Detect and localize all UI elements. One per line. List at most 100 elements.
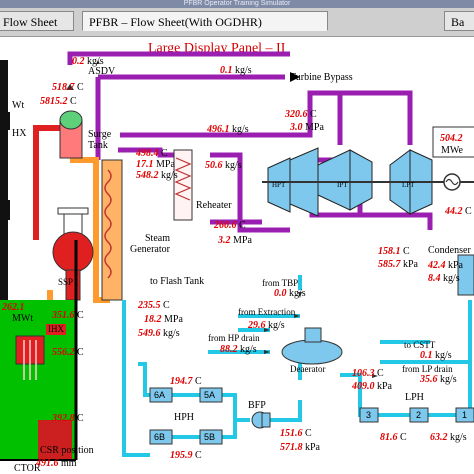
fw-flow-unit: kg/s <box>163 328 180 339</box>
steam-generator-icon <box>101 159 123 301</box>
lph-press-value: 409.0 <box>352 381 375 392</box>
bfp-temp-unit: C <box>305 428 312 439</box>
hpt-temp-value: 320.6 <box>285 109 308 120</box>
ext-temp-unit: kg/s <box>289 288 306 299</box>
lp-drain-value: 35.6 <box>420 374 438 385</box>
from-hp-drain-label: from HP drain <box>208 333 260 343</box>
reactor-temp-value: 392.8 <box>52 413 75 424</box>
fw-flow-value: 549.6 <box>138 328 161 339</box>
rh-press-unit: MPa <box>233 235 252 246</box>
bypass-flow-value: 0.1 <box>220 65 233 76</box>
lpt-press-value: 585.7 <box>378 259 401 270</box>
asdv-label: ASDV <box>88 66 116 77</box>
fw-press-value: 18.2 <box>144 314 162 325</box>
deaerator-label: Deaerator <box>290 364 326 374</box>
hp-drain-value: 88.2 <box>220 344 238 355</box>
hpt-temp-unit: C <box>310 109 317 120</box>
flash-tank-label: to Flash Tank <box>150 276 205 287</box>
lph-temp-value: 106.3 <box>352 368 375 379</box>
deaerator-icon <box>281 339 343 365</box>
fw-temp-value: 235.5 <box>138 300 161 311</box>
hot-pool-value: 351.6 <box>52 310 75 321</box>
c-flow-value: 8.4 <box>428 273 441 284</box>
csr-unit: mm <box>61 458 77 469</box>
heater-3-label: 3 <box>366 410 372 420</box>
surge-tank-label-1: Surge <box>88 129 112 140</box>
sh-power-unit: C <box>70 96 77 107</box>
bfp-label: BFP <box>248 400 266 411</box>
surge-tank-label-2: Tank <box>88 140 108 151</box>
h6-out-value: 194.7 <box>170 376 193 387</box>
lph-flow-value: 63.2 <box>430 432 448 443</box>
cold-pool-value: 556.2 <box>52 347 75 358</box>
lph-press-unit: kPa <box>377 381 392 392</box>
from-extraction-label: from Extraction <box>238 307 296 317</box>
sg-press-value: 17.1 <box>136 159 154 170</box>
ext-flow-unit: kg/s <box>268 320 285 331</box>
cstt-value: 0.1 <box>420 350 433 361</box>
sg-temp-value: 498.4 <box>136 148 159 159</box>
ssp-pump-icon <box>57 207 89 215</box>
h5-out-unit: C <box>195 450 202 461</box>
left-hx-label: HX <box>12 128 27 139</box>
sh-power-value: 5815.2 <box>40 96 68 107</box>
asdv-flow-unit: kg/s <box>87 56 104 67</box>
asdv-flow-value: 0.2 <box>72 56 85 67</box>
c-temp-value: 42.4 <box>428 260 446 271</box>
cond-temp-unit: C <box>465 206 472 217</box>
heater-1-label: 1 <box>462 410 468 420</box>
bfp-press-value: 571.8 <box>280 442 303 453</box>
core-power-value: 262.1 <box>2 302 25 313</box>
rh-press-value: 3.2 <box>218 235 231 246</box>
lp-drain-unit: kg/s <box>440 374 457 385</box>
h5-out-value: 195.9 <box>170 450 193 461</box>
reheater-label: Reheater <box>196 200 232 211</box>
lpt-flow-unit: C <box>403 246 410 257</box>
heater-5a-label: 5A <box>204 390 216 400</box>
ext-flow-value: 29.6 <box>248 320 266 331</box>
cold-pool-unit: C <box>77 347 84 358</box>
sg-flow-value: 548.2 <box>136 170 159 181</box>
csr-position-label: CSR position <box>40 445 94 456</box>
rh-temp-unit: C <box>239 220 246 231</box>
lph-label: LPH <box>405 392 424 403</box>
lpt-label: LPT <box>402 181 415 189</box>
c-flow-unit: kg/s <box>443 273 460 284</box>
steam-lines <box>67 51 433 233</box>
rh-temp-value: 260.6 <box>214 220 237 231</box>
bypass-flow-unit: kg/s <box>235 65 252 76</box>
cond-out-value: 81.6 <box>380 432 398 443</box>
rh-flow-unit: kg/s <box>225 160 242 171</box>
heater-5b-label: 5B <box>204 432 216 442</box>
mwe-unit: MWe <box>441 145 463 156</box>
cond-temp-value: 44.2 <box>445 206 463 217</box>
ssp-label: SSP <box>58 277 74 287</box>
hpt-press-value: 3.0 <box>290 122 303 133</box>
sg-temp-unit: C <box>161 148 168 159</box>
main-flow-value: 496.1 <box>207 124 230 135</box>
cstt-unit: kg/s <box>435 350 452 361</box>
heater-6b-label: 6B <box>154 432 166 442</box>
sh-temp-unit: C <box>77 82 84 93</box>
fw-press-unit: MPa <box>164 314 183 325</box>
hp-drain-unit: kg/s <box>240 344 257 355</box>
hpt-press-unit: MPa <box>305 122 324 133</box>
sg-press-unit: MPa <box>156 159 175 170</box>
ext-temp-value: 0.0 <box>274 288 287 299</box>
fw-temp-unit: C <box>163 300 170 311</box>
mwe-value: 504.2 <box>440 133 463 144</box>
hot-pool-unit: C <box>77 310 84 321</box>
heater-2-label: 2 <box>416 410 422 420</box>
rh-flow-value: 50.6 <box>205 160 223 171</box>
turbine-bypass-label: Turbine Bypass <box>290 72 353 83</box>
c-temp-unit: kPa <box>448 260 463 271</box>
h6-out-unit: C <box>195 376 202 387</box>
left-mwt-label: MWt <box>12 313 34 324</box>
lph-flow-unit: kg/s <box>450 432 467 443</box>
condenser-label: Condenser <box>428 245 471 256</box>
turbine-train <box>262 147 474 217</box>
lpt-flow-value: 158.1 <box>378 246 401 257</box>
cond-out-unit: C <box>400 432 407 443</box>
left-indicator-box <box>0 200 10 220</box>
lpt-press-unit: kPa <box>403 259 418 270</box>
